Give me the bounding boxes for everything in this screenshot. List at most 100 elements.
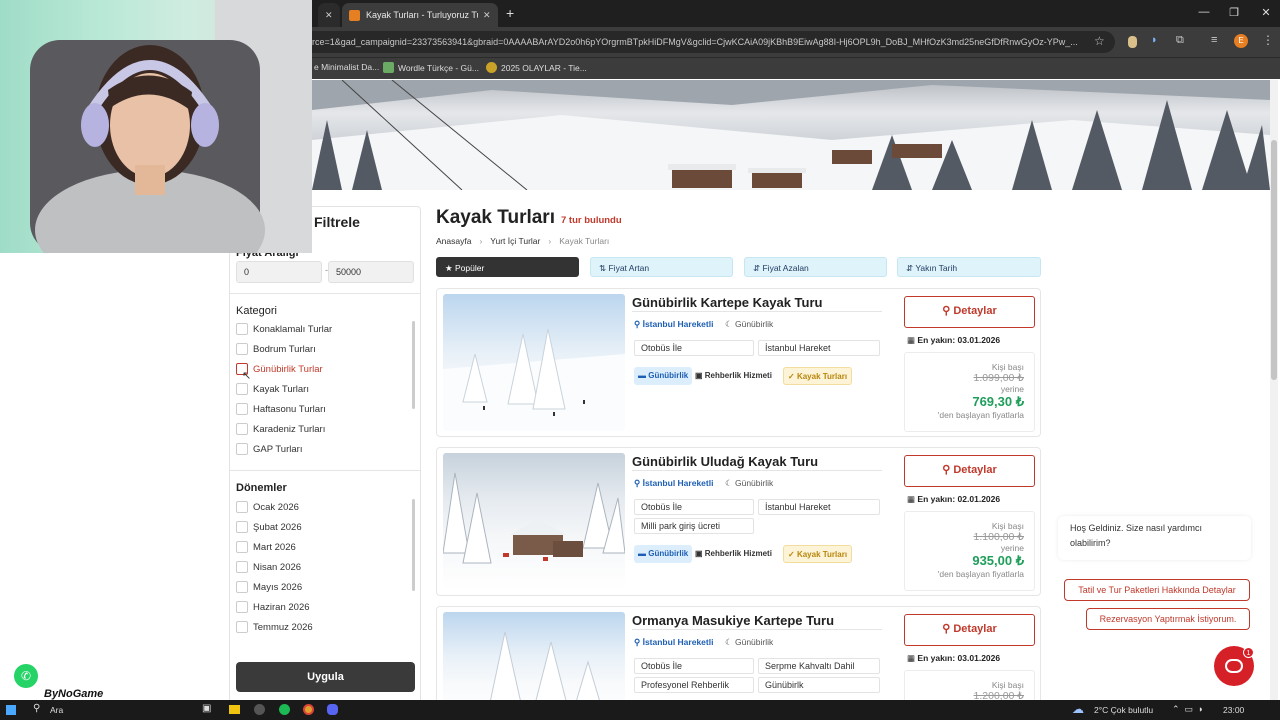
sort-nearest-date-button[interactable]: ⇵ Yakın Tarih bbox=[897, 257, 1041, 277]
tour-image[interactable] bbox=[443, 612, 625, 706]
period-scrollbar[interactable] bbox=[412, 499, 415, 591]
tour-image[interactable] bbox=[443, 453, 625, 590]
restore-icon[interactable]: ❐ bbox=[1224, 6, 1244, 19]
checkbox[interactable] bbox=[236, 423, 248, 435]
category-checkbox[interactable]: Günübirlik Turlar bbox=[236, 359, 406, 379]
tour-image[interactable] bbox=[443, 294, 625, 431]
nearest-date: ▦ En yakın: 03.01.2026 bbox=[907, 653, 1000, 664]
bookmark-item[interactable]: Wordle Türkçe - Gü... bbox=[383, 62, 479, 73]
close-icon[interactable]: ✕ bbox=[325, 10, 333, 21]
period-checkbox[interactable]: Mayıs 2026 bbox=[236, 577, 406, 597]
chat-option-reservation[interactable]: Rezervasyon Yaptırmak İstiyorum. bbox=[1086, 608, 1250, 630]
details-button[interactable]: ⚲ Detaylar bbox=[904, 614, 1035, 646]
spotify-icon[interactable] bbox=[279, 704, 290, 715]
price-min-input[interactable]: 0 bbox=[236, 261, 322, 283]
sort-price-desc-button[interactable]: ⇵ Fiyat Azalan bbox=[744, 257, 887, 277]
overlay-logo: ByNoGame bbox=[44, 688, 104, 700]
checkbox[interactable] bbox=[236, 501, 248, 513]
period-checkbox[interactable]: Ocak 2026 bbox=[236, 497, 406, 517]
sort-price-asc-button[interactable]: ⇅ Fiyat Artan bbox=[590, 257, 733, 277]
category-checkbox[interactable]: Karadeniz Turları bbox=[236, 419, 406, 439]
discord-icon[interactable] bbox=[327, 704, 338, 715]
extension-icon[interactable] bbox=[1128, 36, 1137, 48]
chrome-icon[interactable] bbox=[303, 704, 314, 715]
calendar-icon: ▦ bbox=[907, 335, 918, 345]
search-icon[interactable]: ⚲ bbox=[33, 703, 40, 714]
tour-title[interactable]: Günübirlik Uludağ Kayak Turu bbox=[632, 454, 818, 469]
period-checkbox[interactable]: Nisan 2026 bbox=[236, 557, 406, 577]
bookmark-label: 2025 OLAYLAR - Tie... bbox=[501, 62, 587, 73]
period-checkbox[interactable]: Temmuz 2026 bbox=[236, 617, 406, 637]
tag-label: Kayak Turları bbox=[796, 372, 848, 381]
period-checkbox[interactable]: Mart 2026 bbox=[236, 537, 406, 557]
checkbox[interactable] bbox=[236, 541, 248, 553]
media-icon[interactable]: ≡ bbox=[1211, 34, 1217, 46]
category-checkbox[interactable]: Bodrum Turları bbox=[236, 339, 406, 359]
bookmark-item[interactable]: e Minimalist Da... bbox=[314, 62, 379, 72]
category-checkbox[interactable]: Kayak Turları bbox=[236, 379, 406, 399]
task-view-icon[interactable]: ▣ bbox=[202, 703, 211, 714]
checkbox[interactable] bbox=[236, 343, 248, 355]
address-bar[interactable]: rce=1&gad_campaignid=23373563941&gbraid=… bbox=[300, 31, 1115, 53]
close-window-icon[interactable]: ✕ bbox=[1256, 6, 1276, 19]
category-checkbox[interactable]: Konaklamalı Turlar bbox=[236, 319, 406, 339]
audio-icon[interactable]: ◗ bbox=[1151, 34, 1158, 46]
period-label: Mart 2026 bbox=[253, 541, 296, 553]
bookmark-star-icon[interactable]: ☆ bbox=[1094, 34, 1105, 48]
checkbox[interactable] bbox=[236, 621, 248, 633]
tour-title[interactable]: Ormanya Masukiye Kartepe Turu bbox=[632, 613, 834, 628]
breadcrumb-link[interactable]: Anasayfa bbox=[436, 236, 471, 246]
breadcrumb-link[interactable]: Yurt İçi Turlar bbox=[490, 236, 540, 246]
windows-start-icon[interactable] bbox=[6, 705, 16, 715]
category-title: Kategori bbox=[236, 305, 277, 317]
checkbox[interactable] bbox=[236, 521, 248, 533]
category-scrollbar[interactable] bbox=[412, 321, 415, 409]
page-scrollbar[interactable] bbox=[1270, 80, 1278, 700]
extensions-puzzle-icon[interactable]: ⧉ bbox=[1176, 34, 1184, 47]
period-checkbox[interactable]: Şubat 2026 bbox=[236, 517, 406, 537]
checkbox[interactable] bbox=[236, 323, 248, 335]
checkbox[interactable] bbox=[236, 403, 248, 415]
details-button[interactable]: ⚲ Detaylar bbox=[904, 296, 1035, 328]
category-label: Karadeniz Turları bbox=[253, 423, 326, 435]
minimize-icon[interactable]: — bbox=[1194, 6, 1214, 18]
apply-button[interactable]: Uygula bbox=[236, 662, 415, 692]
period-checkbox[interactable]: Haziran 2026 bbox=[236, 597, 406, 617]
search-icon: ⚲ bbox=[942, 464, 954, 476]
nearest-date-label: En yakın: 03.01.2026 bbox=[917, 335, 1001, 345]
category-checkbox[interactable]: Haftasonu Turları bbox=[236, 399, 406, 419]
url-text: rce=1&gad_campaignid=23373563941&gbraid=… bbox=[312, 37, 1078, 47]
feature-chip: İstanbul Hareket bbox=[758, 340, 880, 356]
duration-info: ☾ Günübirlik bbox=[725, 478, 773, 489]
category-checkbox[interactable]: GAP Turları bbox=[236, 439, 406, 459]
app-icon[interactable] bbox=[254, 704, 265, 715]
tour-card: Günübirlik Kartepe Kayak Turu ⚲ İstanbul… bbox=[436, 288, 1041, 437]
taskbar-search-input[interactable]: Ara bbox=[50, 705, 63, 715]
sort-popular-button[interactable]: ★ Popüler bbox=[436, 257, 579, 277]
checkbox[interactable] bbox=[236, 383, 248, 395]
checkbox[interactable] bbox=[236, 581, 248, 593]
close-icon[interactable]: ✕ bbox=[483, 10, 491, 21]
feature-chip: Profesyonel Rehberlik bbox=[634, 677, 754, 693]
menu-icon[interactable]: ⋮ bbox=[1262, 33, 1274, 47]
tour-title[interactable]: Günübirlik Kartepe Kayak Turu bbox=[632, 295, 822, 310]
tab-active[interactable]: Kayak Turları - Turluyoruz Turiz ✕ bbox=[342, 3, 498, 27]
tray-icons[interactable]: ⌃▭◗ bbox=[1172, 704, 1208, 715]
checkbox[interactable] bbox=[236, 443, 248, 455]
period-label: Mayıs 2026 bbox=[253, 581, 303, 593]
profile-avatar[interactable]: E bbox=[1234, 34, 1248, 48]
details-button[interactable]: ⚲ Detaylar bbox=[904, 455, 1035, 487]
chat-option-packages[interactable]: Tatil ve Tur Paketleri Hakkında Detaylar bbox=[1064, 579, 1250, 601]
bookmark-item[interactable]: 2025 OLAYLAR - Tie... bbox=[486, 62, 587, 73]
check-circle-icon: ✓ bbox=[788, 372, 797, 381]
checkbox[interactable] bbox=[236, 561, 248, 573]
checkbox[interactable] bbox=[236, 601, 248, 613]
price-max-input[interactable]: 50000 bbox=[328, 261, 414, 283]
moon-icon: ☾ bbox=[725, 637, 735, 647]
tab-previous[interactable]: ✕ bbox=[318, 3, 340, 27]
tag-label: Günübirlik bbox=[648, 371, 689, 380]
file-explorer-icon[interactable] bbox=[229, 705, 240, 714]
current-price: 935,00 ₺ bbox=[972, 553, 1024, 568]
new-tab-icon[interactable]: + bbox=[506, 5, 514, 21]
departure-label: İstanbul Hareketli bbox=[642, 319, 714, 329]
